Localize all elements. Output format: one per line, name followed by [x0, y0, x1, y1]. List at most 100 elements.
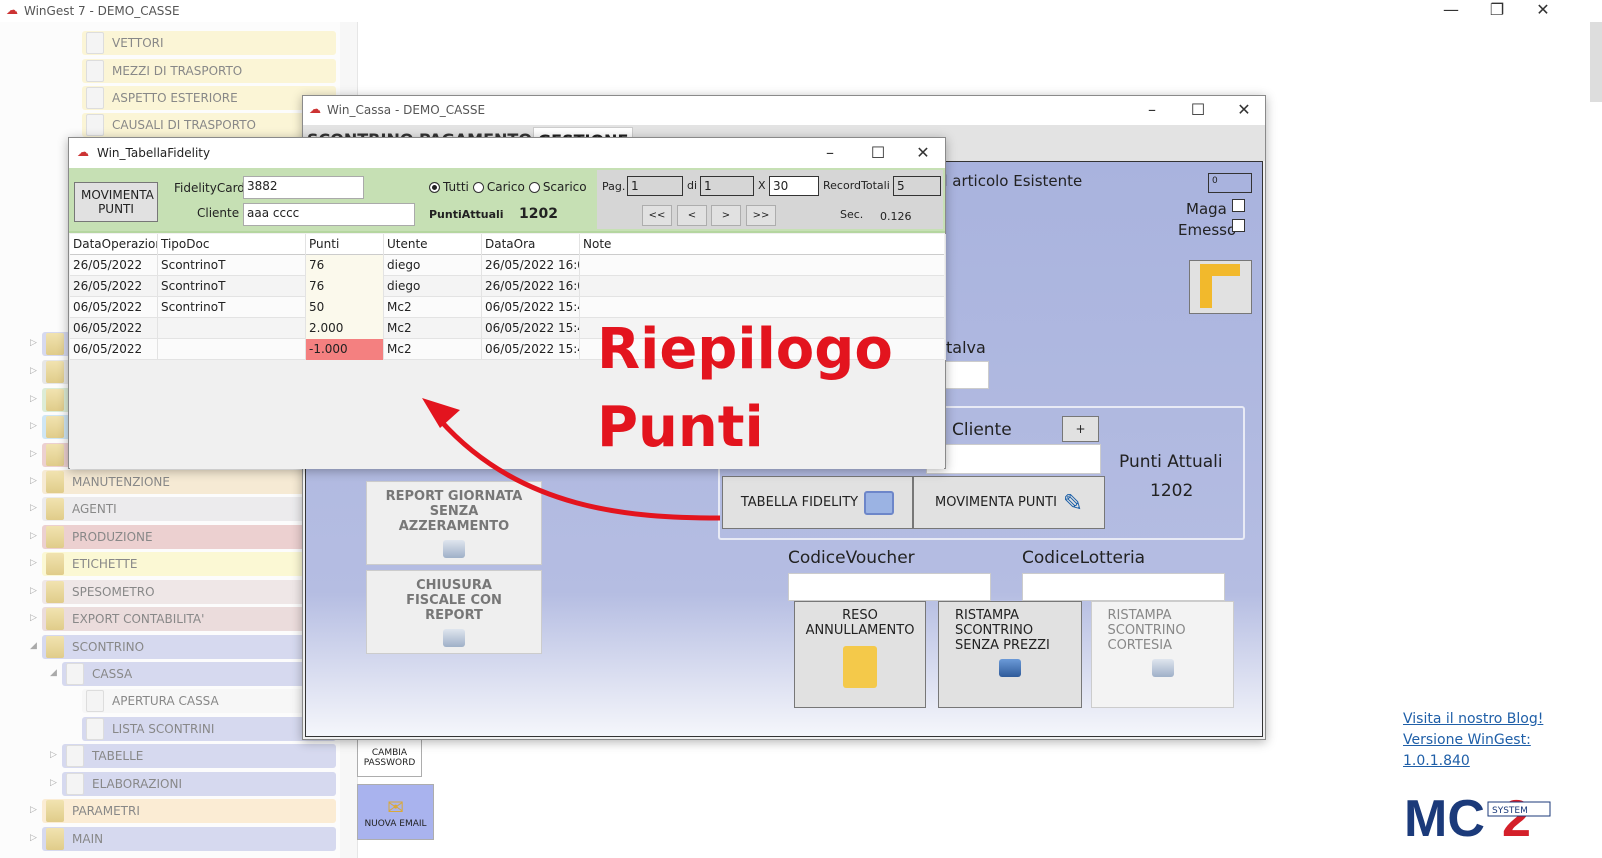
expand-arrow-icon[interactable]: ▷	[30, 476, 37, 486]
expand-arrow-icon[interactable]: ▷	[30, 833, 37, 843]
per-page-field[interactable]: 30	[769, 176, 819, 196]
counter-field[interactable]: 0	[1208, 173, 1252, 193]
expand-arrow-icon[interactable]: ▷	[30, 805, 37, 815]
emesso-label: Emesso	[1178, 221, 1237, 239]
expand-arrow-icon[interactable]: ▷	[30, 586, 37, 596]
column-header[interactable]: Note	[580, 234, 946, 255]
fidelity-title: Win_TabellaFidelity	[97, 146, 211, 160]
expand-arrow-icon[interactable]: ▷	[30, 503, 37, 513]
tree-item[interactable]: PRODUZIONE	[42, 525, 336, 549]
cambia-password-button[interactable]: CAMBIA PASSWORD	[357, 738, 422, 777]
tree-item-label: PRODUZIONE	[72, 530, 153, 544]
chiusura-fiscale-button[interactable]: CHIUSURA FISCALE CON REPORT	[366, 570, 542, 654]
expand-arrow-icon[interactable]: ▷	[50, 778, 57, 788]
expand-arrow-icon[interactable]: ▷	[30, 366, 37, 376]
cliente-field[interactable]	[926, 444, 1101, 474]
column-header[interactable]: Utente	[384, 234, 482, 255]
table-cell: ScontrinoT	[158, 276, 306, 297]
tree-item[interactable]: MAIN	[42, 827, 336, 851]
table-cell: diego	[384, 276, 482, 297]
tree-item[interactable]: MANUTENZIONE	[42, 470, 336, 494]
printer-icon	[443, 628, 465, 647]
radio-icon[interactable]	[528, 181, 540, 193]
ruler-button[interactable]	[1189, 260, 1252, 314]
nuova-email-label: NUOVA EMAIL	[364, 819, 427, 829]
radio-icon[interactable]	[472, 181, 484, 193]
expand-arrow-icon[interactable]: ▷	[30, 531, 37, 541]
tree-item[interactable]: LISTA SCONTRINI	[82, 717, 336, 741]
record-totali-field[interactable]: 5	[893, 176, 941, 196]
column-header[interactable]: DataOperazion	[70, 234, 158, 255]
main-scrollbar[interactable]	[1590, 22, 1602, 102]
tree-item[interactable]: CAUSALI DI TRASPORTO	[82, 113, 336, 137]
next-page-button[interactable]: >	[711, 205, 741, 226]
blog-link[interactable]: Visita il nostro Blog!	[1403, 711, 1543, 727]
ristampa-senza-prezzi-button[interactable]: RISTAMPA SCONTRINO SENZA PREZZI	[938, 601, 1082, 708]
document-icon	[86, 718, 104, 740]
column-header[interactable]: Punti	[306, 234, 384, 255]
filter-radio-tutti[interactable]: Tutti	[429, 180, 469, 194]
tree-item[interactable]: ETICHETTE	[42, 552, 336, 576]
tree-item[interactable]: AGENTI	[42, 497, 336, 521]
tree-item[interactable]: SPESOMETRO	[42, 580, 336, 604]
fidelity-maximize-button[interactable]: ☐	[855, 143, 901, 162]
tree-item[interactable]: ASPETTO ESTERIORE	[82, 86, 336, 110]
expand-arrow-icon[interactable]: ▷	[30, 558, 37, 568]
expand-arrow-icon[interactable]: ◢	[50, 668, 57, 678]
filter-radio-carico[interactable]: Carico	[472, 180, 525, 194]
tree-item[interactable]: ELABORAZIONI	[62, 772, 336, 796]
tree-item[interactable]: VETTORI	[82, 31, 336, 55]
tree-item[interactable]: SCONTRINO	[42, 635, 336, 659]
tree-item[interactable]: APERTURA CASSA	[82, 689, 336, 713]
nuova-email-button[interactable]: ✉ NUOVA EMAIL	[357, 784, 434, 840]
codice-lotteria-field[interactable]	[1022, 573, 1225, 601]
ristampa-cortesia-button[interactable]: RISTAMPA SCONTRINO CORTESIA	[1091, 601, 1234, 708]
tree-item[interactable]: EXPORT CONTABILITA'	[42, 607, 336, 631]
filter-radio-scarico[interactable]: Scarico	[528, 180, 587, 194]
column-header[interactable]: DataOra	[482, 234, 580, 255]
restore-button[interactable]: ❐	[1474, 0, 1520, 19]
expand-arrow-icon[interactable]: ▷	[30, 449, 37, 459]
table-row[interactable]: 26/05/2022 ScontrinoT 76 diego 26/05/2022 16…	[70, 255, 946, 276]
di-field[interactable]: 1	[700, 176, 754, 196]
expand-arrow-icon[interactable]: ▷	[50, 750, 57, 760]
movimenta-label: MOVIMENTA PUNTI	[81, 188, 154, 216]
minimize-button[interactable]: —	[1428, 0, 1474, 19]
column-header[interactable]: TipoDoc	[158, 234, 306, 255]
codice-voucher-field[interactable]	[788, 573, 991, 601]
tree-item[interactable]: MEZZI DI TRASPORTO	[82, 59, 336, 83]
expand-arrow-icon[interactable]: ▷	[30, 421, 37, 431]
fidelity-card-field[interactable]: 3882	[243, 176, 364, 199]
fidelity-minimize-button[interactable]: –	[807, 143, 853, 162]
pag-field[interactable]: 1	[627, 176, 683, 196]
movimenta-punti-button[interactable]: MOVIMENTA PUNTI ✎	[913, 476, 1105, 529]
movimenta-punti-button[interactable]: MOVIMENTA PUNTI	[74, 182, 158, 222]
expand-arrow-icon[interactable]: ◢	[30, 641, 37, 651]
cliente-field[interactable]: aaa cccc	[243, 203, 415, 226]
printer-icon	[1151, 659, 1174, 677]
expand-arrow-icon[interactable]: ▷	[30, 338, 37, 348]
version-label-link[interactable]: Versione WinGest:	[1403, 732, 1531, 748]
tree-item[interactable]: PARAMETRI	[42, 799, 336, 823]
tree-item[interactable]: CASSA	[62, 662, 336, 686]
last-page-button[interactable]: >>	[746, 205, 776, 226]
cassa-minimize-button[interactable]: –	[1129, 100, 1175, 119]
radio-icon[interactable]	[429, 181, 440, 193]
tree-item[interactable]: TABELLE	[62, 744, 336, 768]
expand-arrow-icon[interactable]: ▷	[30, 394, 37, 404]
first-page-button[interactable]: <<	[642, 205, 672, 226]
expand-arrow-icon[interactable]: ▷	[30, 613, 37, 623]
version-link[interactable]: 1.0.1.840	[1403, 753, 1470, 769]
table-row[interactable]: 26/05/2022 ScontrinoT 76 diego 26/05/2022 16…	[70, 276, 946, 297]
prev-page-button[interactable]: <	[677, 205, 707, 226]
maga-checkbox[interactable]	[1232, 199, 1245, 212]
fidelity-close-button[interactable]: ✕	[900, 143, 946, 162]
cassa-maximize-button[interactable]: ☐	[1175, 100, 1221, 119]
cassa-close-button[interactable]: ✕	[1221, 100, 1267, 119]
add-cliente-button[interactable]: +	[1062, 416, 1099, 442]
tabella-fidelity-button[interactable]: TABELLA FIDELITY	[722, 476, 913, 529]
emesso-checkbox[interactable]	[1232, 219, 1245, 232]
reso-annullamento-button[interactable]: RESO ANNULLAMENTO	[794, 601, 926, 708]
tree-item-label: AGENTI	[72, 502, 117, 516]
close-button[interactable]: ✕	[1520, 0, 1566, 19]
